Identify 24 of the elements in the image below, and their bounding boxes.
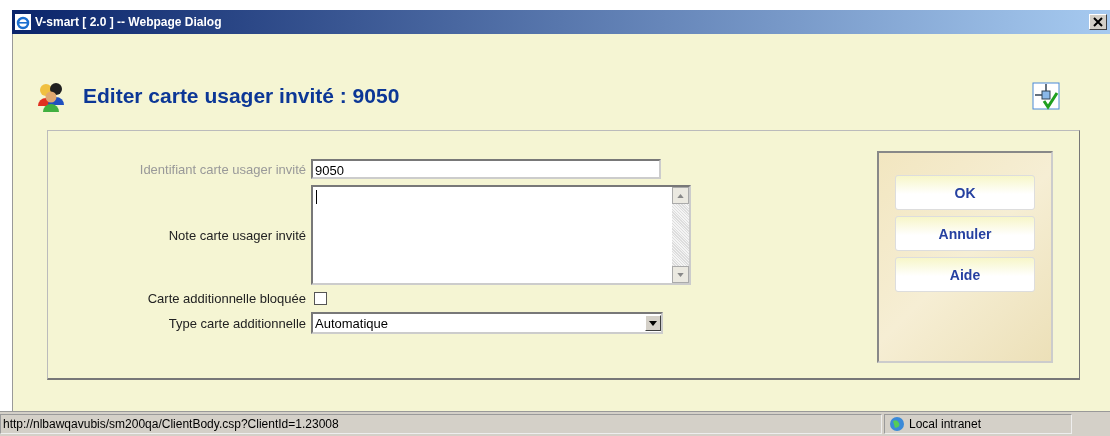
up-arrow-icon xyxy=(677,193,684,198)
text-area[interactable] xyxy=(311,185,691,285)
scrollbar[interactable] xyxy=(672,187,689,283)
page-title: Editer carte usager invité : 9050 xyxy=(83,84,401,108)
close-button[interactable] xyxy=(1089,14,1107,30)
dialog-button[interactable]: Aide xyxy=(895,257,1035,292)
field-label: Identifiant carte usager invité xyxy=(138,161,307,177)
close-icon xyxy=(1093,17,1103,27)
dropdown-arrow-icon xyxy=(649,320,657,326)
dropdown[interactable]: Automatique xyxy=(311,312,663,334)
status-url: http://nlbawqavubis/sm200qa/ClientBody.csp?ClientId=1.23008 xyxy=(0,414,882,434)
field-label: Note carte usager invité xyxy=(167,227,307,243)
field-label: Carte additionnelle bloquée xyxy=(146,291,307,306)
checkbox[interactable] xyxy=(314,292,327,305)
users-icon xyxy=(35,80,67,112)
move-check-icon[interactable] xyxy=(1032,82,1060,110)
dialog-button[interactable]: OK xyxy=(895,175,1035,210)
zone-label: Local intranet xyxy=(909,417,982,431)
browser-icon xyxy=(15,14,31,30)
down-arrow-icon xyxy=(677,272,684,277)
window-title: V-smart [ 2.0 ] -- Webpage Dialog xyxy=(35,15,223,29)
dialog-button[interactable]: Annuler xyxy=(895,216,1035,251)
globe-icon xyxy=(889,416,905,432)
field-label: Type carte additionnelle xyxy=(167,315,307,331)
